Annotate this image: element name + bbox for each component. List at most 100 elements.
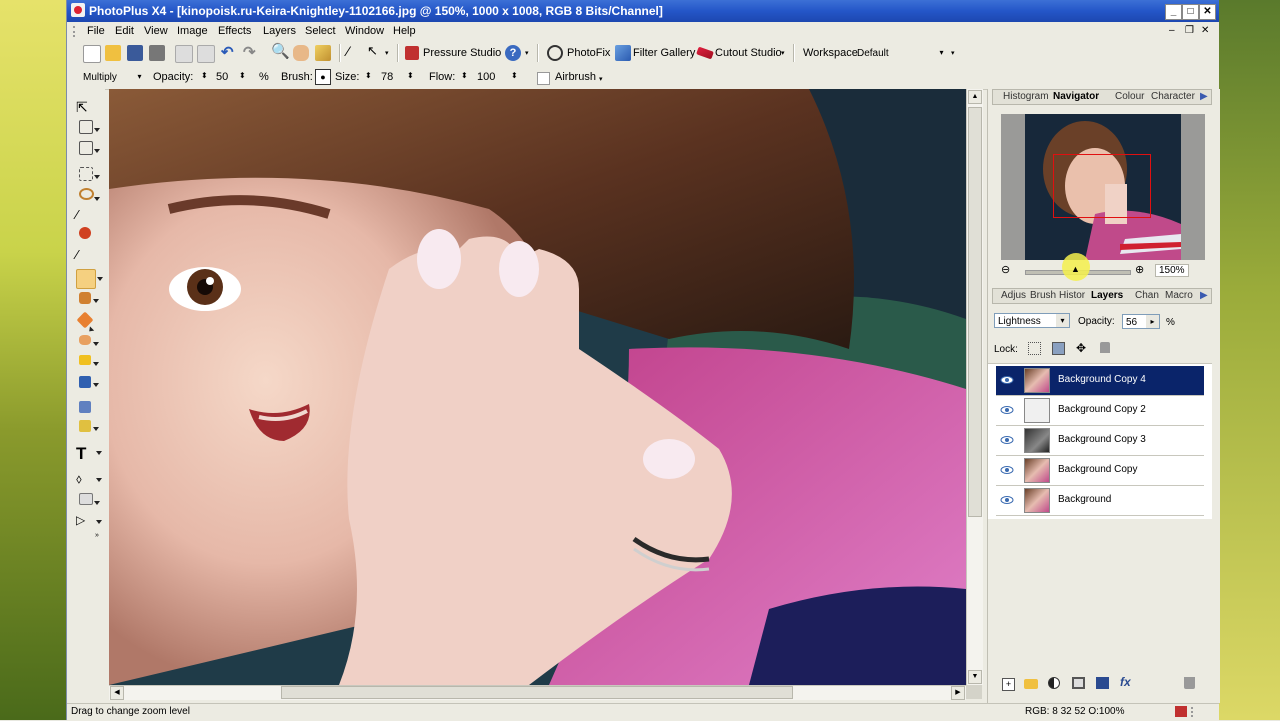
layer-blend-mode-select[interactable]: Lightness ▾: [994, 313, 1070, 328]
tab-character[interactable]: Character: [1151, 91, 1195, 102]
flow-slider-icon[interactable]: ⬍: [511, 71, 518, 80]
size-slider-icon[interactable]: ⬍: [407, 71, 414, 80]
zoom-level-field[interactable]: 150%: [1155, 264, 1189, 277]
filter-gallery-button[interactable]: Filter Gallery: [633, 47, 695, 59]
visibility-eye-icon[interactable]: [1000, 433, 1014, 447]
blend-mode-select[interactable]: Multiply ▾: [79, 69, 147, 84]
menu-image[interactable]: Image: [177, 25, 208, 37]
pressure-studio-button[interactable]: Pressure Studio: [423, 47, 501, 59]
lock-position-icon[interactable]: ✥: [1076, 341, 1086, 355]
print-icon[interactable]: [149, 45, 165, 61]
scroll-left-arrow[interactable]: ◀: [110, 686, 124, 700]
redo-icon[interactable]: ↷: [243, 43, 259, 61]
flow-input[interactable]: 100: [477, 71, 495, 83]
navigator-view-rectangle[interactable]: [1053, 154, 1151, 218]
new-file-icon[interactable]: [83, 45, 101, 63]
adjustment-layer-icon[interactable]: [1048, 677, 1060, 689]
resize-grip-icon[interactable]: [1191, 707, 1203, 717]
vertical-scroll-thumb[interactable]: [968, 107, 982, 517]
shape-icon[interactable]: ⬨: [76, 471, 102, 489]
chevron-down-icon[interactable]: ▾: [385, 49, 391, 65]
menu-window[interactable]: Window: [345, 25, 384, 37]
tab-more-arrow-icon[interactable]: ▶: [1200, 290, 1208, 301]
open-folder-icon[interactable]: [105, 45, 121, 61]
lock-all-icon[interactable]: [1100, 342, 1110, 353]
doc-restore-button[interactable]: ❐: [1185, 25, 1194, 36]
node-icon[interactable]: ▷: [76, 513, 102, 531]
copy-icon[interactable]: [175, 45, 193, 63]
scroll-right-arrow[interactable]: ▶: [951, 686, 965, 700]
menu-effects[interactable]: Effects: [218, 25, 251, 37]
document-canvas[interactable]: ▲ ▼ ◀ ▶: [109, 89, 983, 700]
red-eye-icon[interactable]: [79, 227, 91, 239]
layer-mask-icon[interactable]: [1072, 677, 1085, 689]
visibility-eye-icon[interactable]: [1000, 463, 1014, 477]
pen-icon[interactable]: [79, 420, 99, 432]
scroll-up-arrow[interactable]: ▲: [968, 90, 982, 104]
cutout-studio-icon[interactable]: [696, 46, 714, 60]
vertical-scrollbar[interactable]: ▲ ▼: [966, 89, 983, 685]
size-spin-icon[interactable]: ⬍: [365, 71, 372, 80]
marquee-icon[interactable]: [79, 167, 100, 181]
straighten-icon[interactable]: [79, 141, 100, 155]
new-group-icon[interactable]: [1024, 679, 1038, 689]
zoom-icon[interactable]: 🔍: [271, 42, 290, 60]
opacity-spin-icon[interactable]: ⬍: [201, 71, 208, 80]
paintbrush-icon[interactable]: [76, 269, 103, 289]
brush-preview-icon[interactable]: ●: [315, 69, 331, 85]
doc-minimize-button[interactable]: –: [1169, 25, 1175, 36]
toolbar-overflow-icon[interactable]: ▾: [951, 49, 957, 65]
help-icon[interactable]: ?: [505, 45, 521, 61]
menu-file[interactable]: File: [87, 25, 105, 37]
tab-brush[interactable]: Brush: [1030, 290, 1056, 301]
move-icon[interactable]: ⇱: [76, 99, 94, 117]
opacity-input[interactable]: 50: [216, 71, 228, 83]
crop-icon[interactable]: [79, 120, 100, 134]
zoom-in-icon[interactable]: ⊕: [1135, 263, 1144, 276]
opacity-slider-icon[interactable]: ⬍: [239, 71, 246, 80]
new-layer-icon[interactable]: +: [1002, 678, 1015, 691]
menu-edit[interactable]: Edit: [115, 25, 134, 37]
menu-help[interactable]: Help: [393, 25, 416, 37]
layer-effects-icon[interactable]: fx: [1120, 675, 1131, 689]
toolbar-overflow-icon[interactable]: ▾: [599, 75, 603, 83]
lock-transparency-icon[interactable]: [1028, 342, 1041, 355]
layer-row[interactable]: Background Copy 4: [996, 366, 1204, 396]
visibility-eye-icon[interactable]: [1000, 403, 1014, 417]
flow-spin-icon[interactable]: ⬍: [461, 71, 468, 80]
tab-more-arrow-icon[interactable]: ▶: [1200, 91, 1208, 102]
layer-row[interactable]: Background Copy 3: [996, 426, 1204, 456]
tab-adjustments[interactable]: Adjus: [1001, 290, 1026, 301]
warp-icon[interactable]: [79, 401, 91, 413]
eyedropper-icon[interactable]: ⁄: [76, 247, 94, 265]
photofix-icon[interactable]: [547, 45, 563, 61]
tab-colour[interactable]: Colour: [1115, 91, 1144, 102]
tab-channels[interactable]: Chan: [1135, 290, 1159, 301]
filter-gallery-icon[interactable]: [615, 45, 631, 61]
layer-row[interactable]: Background Copy: [996, 456, 1204, 486]
picker-icon[interactable]: ⁄: [347, 43, 363, 59]
lock-pixels-icon[interactable]: [1052, 342, 1065, 355]
trash-icon[interactable]: [1184, 677, 1195, 689]
horizontal-scrollbar[interactable]: ◀ ▶: [109, 685, 966, 700]
dodge-icon[interactable]: [79, 355, 99, 366]
minimize-button[interactable]: _: [1165, 4, 1182, 20]
lasso-icon[interactable]: [79, 188, 100, 201]
help-dropdown-icon[interactable]: ▾: [525, 49, 531, 65]
visibility-eye-icon[interactable]: [1000, 373, 1014, 387]
visibility-eye-icon[interactable]: [1000, 493, 1014, 507]
undo-icon[interactable]: ↶: [221, 43, 237, 61]
magic-wand-icon[interactable]: ⁄: [76, 207, 94, 225]
text-icon[interactable]: T: [76, 444, 102, 463]
maximize-button[interactable]: □: [1182, 4, 1199, 20]
airbrush-checkbox[interactable]: [537, 72, 550, 85]
layer-opacity-input[interactable]: 56 ▸: [1122, 314, 1160, 329]
toolbar-overflow-icon[interactable]: ▾: [781, 49, 787, 65]
menu-layers[interactable]: Layers: [263, 25, 296, 37]
filter-layer-icon[interactable]: [1096, 677, 1109, 689]
zoom-slider-thumb[interactable]: ▲: [1071, 264, 1080, 274]
hand-icon[interactable]: [293, 45, 309, 61]
tab-navigator[interactable]: Navigator: [1053, 91, 1099, 102]
menu-view[interactable]: View: [144, 25, 168, 37]
pointer-icon[interactable]: ↖: [367, 43, 383, 59]
